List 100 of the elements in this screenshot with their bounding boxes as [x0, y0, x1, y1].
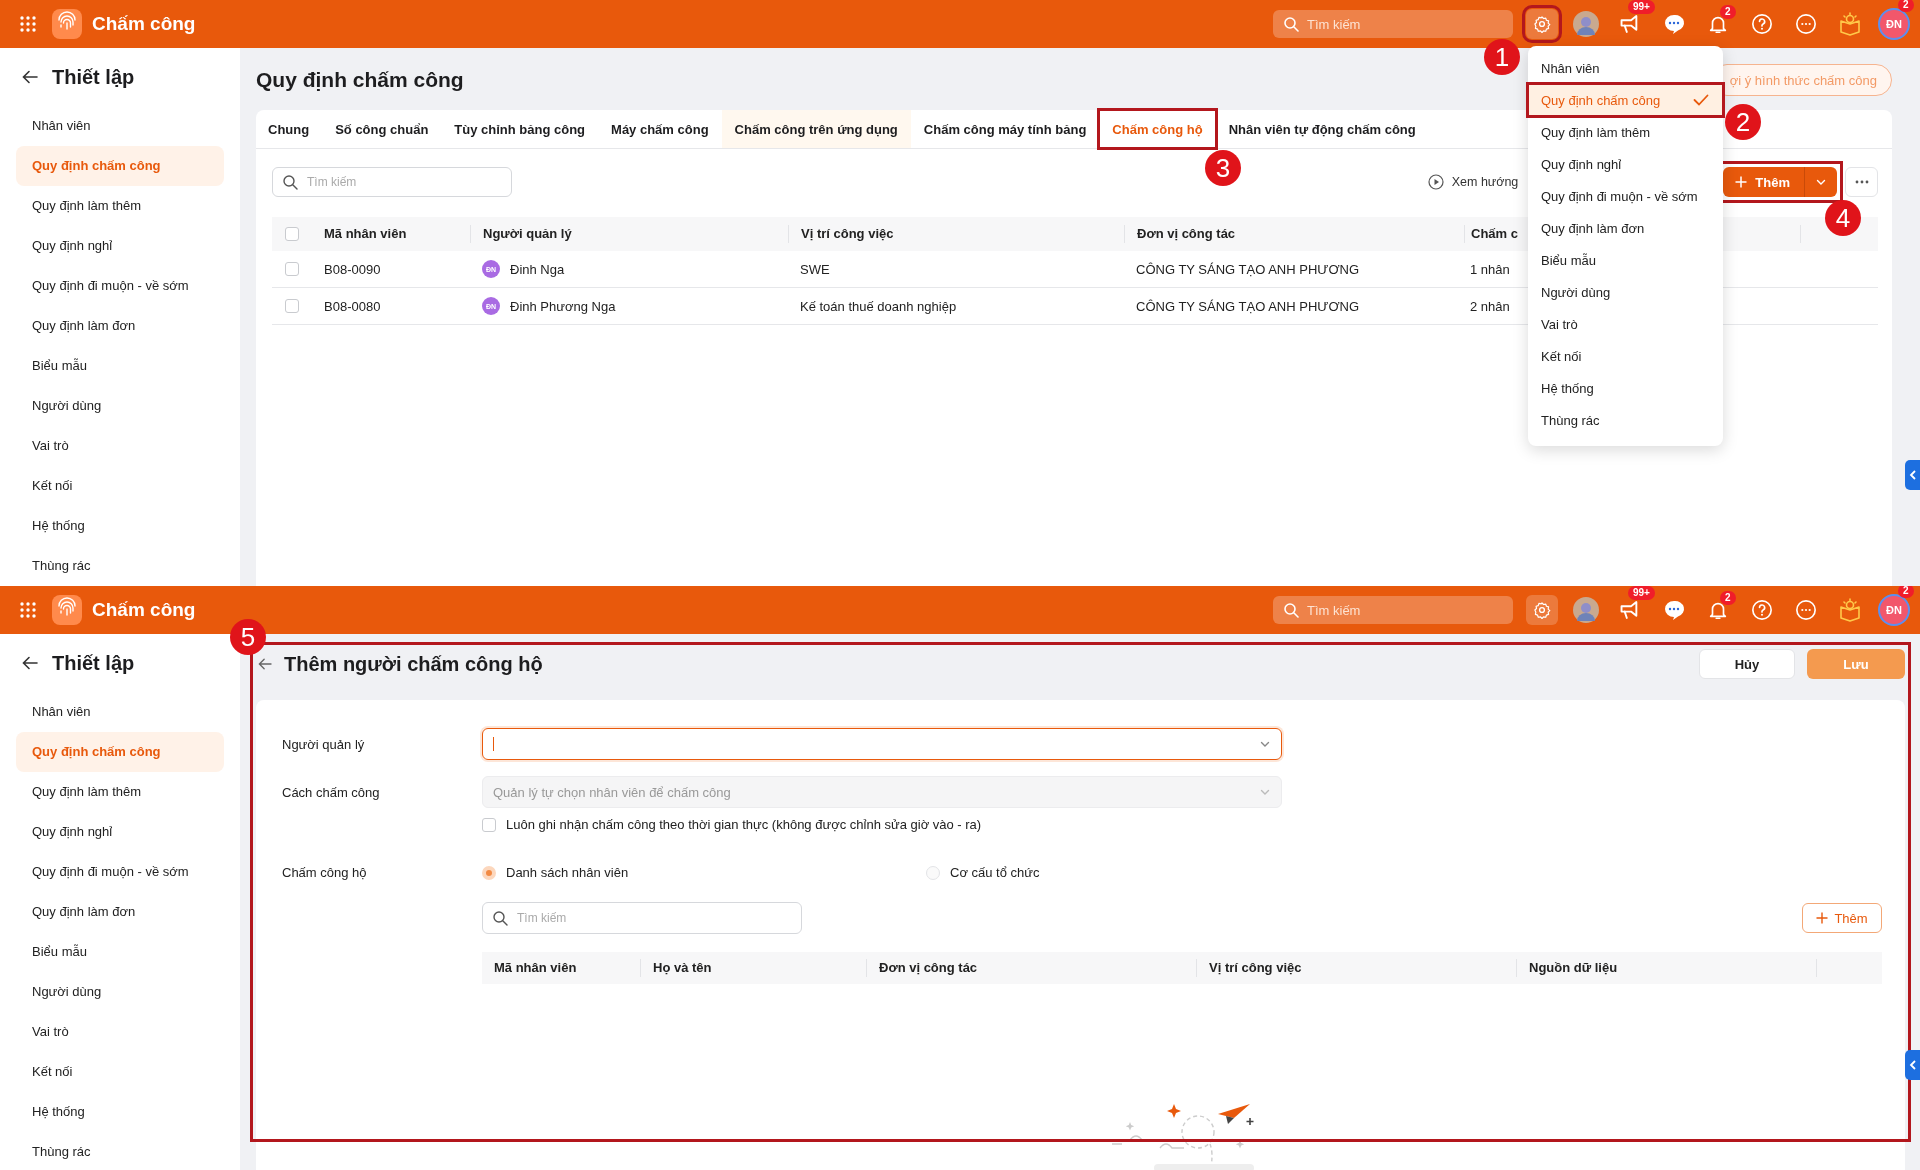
- megaphone-icon[interactable]: [1620, 15, 1640, 33]
- table-cell: SWE: [800, 261, 830, 277]
- field-label: Người quản lý: [282, 736, 366, 752]
- settings-button[interactable]: [1526, 595, 1558, 625]
- tab[interactable]: Chấm công máy tính bảng: [910, 110, 1100, 148]
- tab[interactable]: Tùy chỉnh bảng công: [441, 110, 599, 148]
- menu-item[interactable]: Quy định nghỉ: [1528, 148, 1723, 180]
- megaphone-icon[interactable]: [1620, 601, 1640, 619]
- fingerprint-logo-icon: [52, 595, 82, 625]
- app-grid-icon[interactable]: [20, 602, 36, 618]
- sidebar-item[interactable]: Kết nối: [16, 466, 224, 506]
- sidebar-item[interactable]: Biểu mẫu: [16, 346, 224, 386]
- checkmark-icon: [1693, 94, 1709, 106]
- sidebar-item[interactable]: Quy định đi muộn - về sớm: [16, 266, 224, 306]
- sidebar-item[interactable]: Người dùng: [16, 972, 224, 1012]
- app-title: Chấm công: [92, 13, 196, 35]
- sidebar-item[interactable]: Nhân viên: [16, 106, 224, 146]
- sidebar-item[interactable]: Quy định nghỉ: [16, 226, 224, 266]
- table-cell: Đinh Phương Nga: [510, 298, 616, 314]
- select-all-checkbox[interactable]: [285, 227, 299, 241]
- table-cell: CÔNG TY SÁNG TẠO ANH PHƯƠNG: [1136, 261, 1360, 277]
- column-header: Mã nhân viên: [493, 959, 578, 977]
- sidebar-item[interactable]: Hệ thống: [16, 1092, 224, 1132]
- count-badge: 99+: [1628, 586, 1655, 600]
- table-cell: Đinh Nga: [510, 261, 565, 277]
- column-header: Vị trí công việc: [788, 225, 1124, 243]
- column-header: Họ và tên: [640, 959, 866, 977]
- sidebar-item[interactable]: Kết nối: [16, 1052, 224, 1092]
- tab[interactable]: Chung: [256, 110, 323, 148]
- chevron-left-icon: [1908, 470, 1917, 480]
- sidebar-item[interactable]: Quy định làm đơn: [16, 892, 224, 932]
- sidebar-title: Thiết lập: [52, 651, 135, 675]
- tab[interactable]: Chấm công trên ứng dụng: [721, 110, 911, 148]
- row-checkbox[interactable]: [285, 262, 299, 276]
- menu-item[interactable]: Hệ thống: [1528, 372, 1723, 404]
- tab[interactable]: Chấm công hộ: [1099, 110, 1216, 148]
- add-button[interactable]: Thêm: [1723, 167, 1804, 197]
- sidebar-item[interactable]: Thùng rác: [16, 546, 224, 586]
- menu-item[interactable]: Quy định đi muộn - về sớm: [1528, 180, 1723, 212]
- sidebar-title: Thiết lập: [52, 65, 135, 89]
- back-arrow-icon[interactable]: [22, 656, 38, 670]
- manager-select-field[interactable]: [482, 728, 1282, 760]
- tab[interactable]: Số công chuẩn: [322, 110, 442, 148]
- add-button[interactable]: Thêm: [1802, 903, 1882, 933]
- search-field[interactable]: Tìm kiếm: [272, 167, 512, 197]
- table-cell: B08-0080: [324, 298, 381, 314]
- menu-item[interactable]: Kết nối: [1528, 340, 1723, 372]
- count-badge: 99+: [1628, 0, 1655, 14]
- sidebar-item[interactable]: Thùng rác: [16, 1132, 224, 1170]
- search-icon: [282, 174, 298, 190]
- dropdown-caret-button[interactable]: [1804, 167, 1837, 197]
- tab[interactable]: Máy chấm công: [598, 110, 722, 148]
- count-badge: 2: [1720, 591, 1736, 605]
- sidebar-item[interactable]: Biểu mẫu: [16, 932, 224, 972]
- field-label: Cách chấm công: [282, 784, 381, 800]
- menu-item[interactable]: Quy định làm thêm: [1528, 116, 1723, 148]
- cancel-button[interactable]: Hủy: [1699, 649, 1795, 679]
- menu-item[interactable]: Vai trò: [1528, 308, 1723, 340]
- row-checkbox[interactable]: [285, 299, 299, 313]
- sidebar-item[interactable]: Nhân viên: [16, 692, 224, 732]
- menu-item[interactable]: Thùng rác: [1528, 404, 1723, 436]
- guide-link[interactable]: Xem hướng: [1451, 175, 1519, 189]
- sidebar-item[interactable]: Hệ thống: [16, 506, 224, 546]
- radio-label: Cơ cấu tổ chức: [950, 865, 1040, 880]
- menu-item[interactable]: Biểu mẫu: [1528, 244, 1723, 276]
- tab[interactable]: Nhân viên tự động chấm công: [1215, 110, 1429, 148]
- step-number: 1: [1484, 39, 1520, 75]
- table-cell: CÔNG TY SÁNG TẠO ANH PHƯƠNG: [1136, 298, 1360, 314]
- table-cell: 1 nhân: [1470, 261, 1510, 277]
- app-grid-icon[interactable]: [20, 16, 36, 32]
- radio-label: Danh sách nhân viên: [506, 865, 629, 880]
- step-number: 2: [1725, 104, 1761, 140]
- checkbox[interactable]: [482, 817, 496, 832]
- collapse-tab[interactable]: [1905, 460, 1920, 490]
- collapse-tab[interactable]: [1905, 1050, 1920, 1080]
- field-label: Chấm công hộ: [282, 865, 368, 880]
- sidebar-item[interactable]: Quy định làm thêm: [16, 186, 224, 226]
- sidebar-item[interactable]: Quy định làm đơn: [16, 306, 224, 346]
- app-title: Chấm công: [92, 599, 196, 621]
- menu-item[interactable]: Người dùng: [1528, 276, 1723, 308]
- column-header: Nguồn dữ liệu: [1516, 959, 1816, 977]
- more-dots-icon: [1854, 180, 1869, 184]
- back-arrow-icon[interactable]: [258, 658, 272, 670]
- search-field[interactable]: Tìm kiếm: [482, 902, 802, 934]
- sidebar-item[interactable]: Người dùng: [16, 386, 224, 426]
- fingerprint-logo-icon: [52, 9, 82, 39]
- count-badge: 2: [1898, 0, 1914, 12]
- sidebar-item[interactable]: Quy định đi muộn - về sớm: [16, 852, 224, 892]
- radio-button[interactable]: [926, 865, 940, 880]
- column-header: Vị trí công việc: [1196, 959, 1516, 977]
- play-icon: [1427, 174, 1444, 190]
- sidebar-item[interactable]: Vai trò: [16, 426, 224, 466]
- sidebar-item[interactable]: Quy định nghỉ: [16, 812, 224, 852]
- count-badge: 2: [1898, 586, 1914, 598]
- sidebar-item[interactable]: Quy định làm thêm: [16, 772, 224, 812]
- column-header: Người quản lý: [470, 225, 788, 243]
- checkbox-label: Luôn ghi nhận chấm công theo thời gian thực (không được chỉnh sửa giờ vào - ra): [506, 817, 982, 832]
- radio-button[interactable]: [482, 865, 496, 880]
- sidebar-item[interactable]: Vai trò: [16, 1012, 224, 1052]
- back-arrow-icon[interactable]: [22, 70, 38, 84]
